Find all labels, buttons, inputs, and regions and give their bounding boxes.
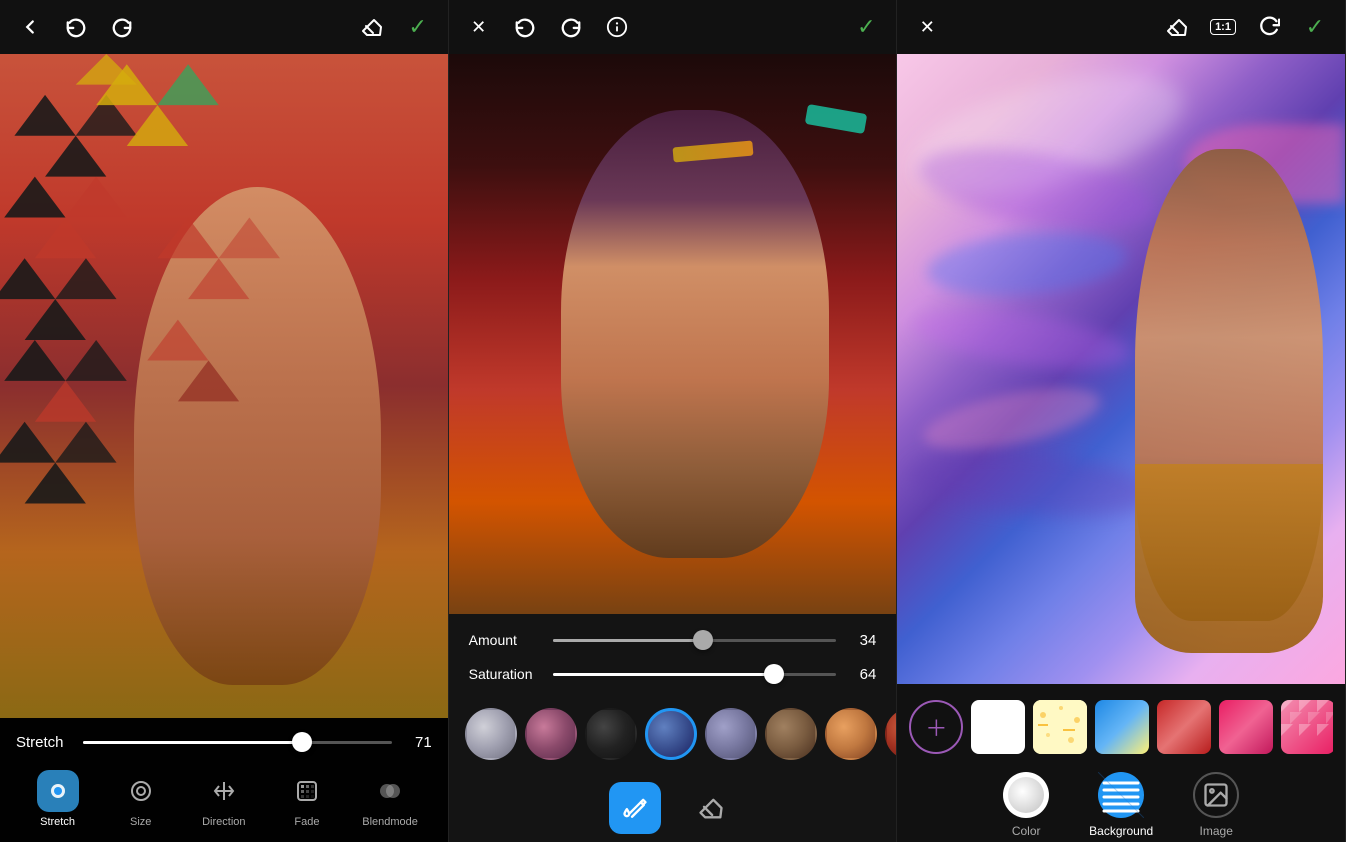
bg-tile-white[interactable] <box>971 700 1025 754</box>
swatch-lavender[interactable] <box>705 708 757 760</box>
confirm-button[interactable]: ✓ <box>404 13 432 41</box>
panel-background: ✕ 1:1 ✓ <box>897 0 1346 842</box>
bg-tile-pink[interactable] <box>1219 700 1273 754</box>
image-mode-label: Image <box>1200 824 1233 838</box>
background-mode-label: Background <box>1089 824 1153 838</box>
stretch-slider-row: Stretch 71 <box>16 732 432 752</box>
panel3-bottom: ＋ <box>897 684 1345 842</box>
tool-size[interactable]: Size <box>111 770 171 828</box>
panel3-refresh-button[interactable] <box>1255 13 1283 41</box>
swatch-brown[interactable] <box>765 708 817 760</box>
panel1-topbar: ✓ <box>0 0 448 54</box>
mode-buttons: Color Background <box>909 764 1333 842</box>
triangle-effect-svg <box>0 54 448 718</box>
add-background-button[interactable]: ＋ <box>909 700 963 754</box>
tool-blendmode-label: Blendmode <box>362 816 418 828</box>
panel2-close-button[interactable]: ✕ <box>465 13 493 41</box>
panel2-undo-button[interactable] <box>511 13 539 41</box>
panel-stretch: ✓ <box>0 0 449 842</box>
amount-slider-row: Amount 34 <box>469 630 877 650</box>
tool-size-label: Size <box>130 816 151 828</box>
panel3-erase-button[interactable] <box>1163 13 1191 41</box>
amount-slider[interactable] <box>553 630 837 650</box>
panel2-image-area <box>449 54 897 614</box>
swatch-copper[interactable] <box>825 708 877 760</box>
panel3-topbar: ✕ 1:1 ✓ <box>897 0 1345 54</box>
stretch-value: 71 <box>404 734 432 751</box>
redo-button[interactable] <box>108 13 136 41</box>
stretch-label: Stretch <box>16 734 71 751</box>
mode-image-button[interactable]: Image <box>1193 772 1239 838</box>
panel2-topbar: ✕ ✓ <box>449 0 897 54</box>
swatch-auburn[interactable] <box>885 708 897 760</box>
saturation-label: Saturation <box>469 666 541 682</box>
panel3-confirm-button[interactable]: ✓ <box>1301 13 1329 41</box>
background-tiles: ＋ <box>909 694 1333 764</box>
tool-fade-label: Fade <box>294 816 319 828</box>
bg-tile-blue[interactable] <box>1095 700 1149 754</box>
panel2-info-button[interactable] <box>603 13 631 41</box>
eraser-button[interactable] <box>685 782 737 834</box>
panel1-bottom: Stretch 71 Stretch <box>0 718 448 842</box>
saturation-slider[interactable] <box>553 664 837 684</box>
mode-background-button[interactable]: Background <box>1089 772 1153 838</box>
swatch-mauve[interactable] <box>525 708 577 760</box>
panel2-confirm-button[interactable]: ✓ <box>852 13 880 41</box>
bg-tile-triangle[interactable] <box>1281 700 1333 754</box>
amount-value: 34 <box>848 632 876 649</box>
brush-button[interactable] <box>609 782 661 834</box>
panel2-redo-button[interactable] <box>557 13 585 41</box>
color-swatches <box>449 698 897 772</box>
brush-tools <box>449 772 897 842</box>
background-mode-icon <box>1098 772 1144 818</box>
panel3-image-area <box>897 54 1345 684</box>
stretch-slider[interactable] <box>83 732 392 752</box>
bg-tile-yellow[interactable] <box>1033 700 1087 754</box>
tool-direction[interactable]: Direction <box>194 770 254 828</box>
erase-button[interactable] <box>358 13 386 41</box>
bg-tile-red[interactable] <box>1157 700 1211 754</box>
swatch-silver[interactable] <box>465 708 517 760</box>
tool-stretch-label: Stretch <box>40 816 75 828</box>
saturation-slider-row: Saturation 64 <box>469 664 877 684</box>
tool-blendmode[interactable]: Blendmode <box>360 770 420 828</box>
undo-button[interactable] <box>62 13 90 41</box>
tool-stretch[interactable]: Stretch <box>28 770 88 828</box>
swatch-blue[interactable] <box>645 708 697 760</box>
color-mode-icon <box>1003 772 1049 818</box>
panel3-close-button[interactable]: ✕ <box>913 13 941 41</box>
panel1-image-area <box>0 54 448 718</box>
ratio-button[interactable]: 1:1 <box>1209 13 1237 41</box>
amount-label: Amount <box>469 632 541 648</box>
color-mode-label: Color <box>1012 824 1041 838</box>
back-button[interactable] <box>16 13 44 41</box>
tool-direction-label: Direction <box>202 816 245 828</box>
ratio-label: 1:1 <box>1210 19 1236 35</box>
mode-color-button[interactable]: Color <box>1003 772 1049 838</box>
panel1-toolbar: Stretch Size <box>16 764 432 832</box>
image-mode-icon <box>1193 772 1239 818</box>
swatch-black[interactable] <box>585 708 637 760</box>
saturation-value: 64 <box>848 666 876 683</box>
panel2-sliders: Amount 34 Saturation 64 <box>449 614 897 698</box>
panel-hair-color: ✕ ✓ Amount <box>449 0 898 842</box>
tool-fade[interactable]: Fade <box>277 770 337 828</box>
